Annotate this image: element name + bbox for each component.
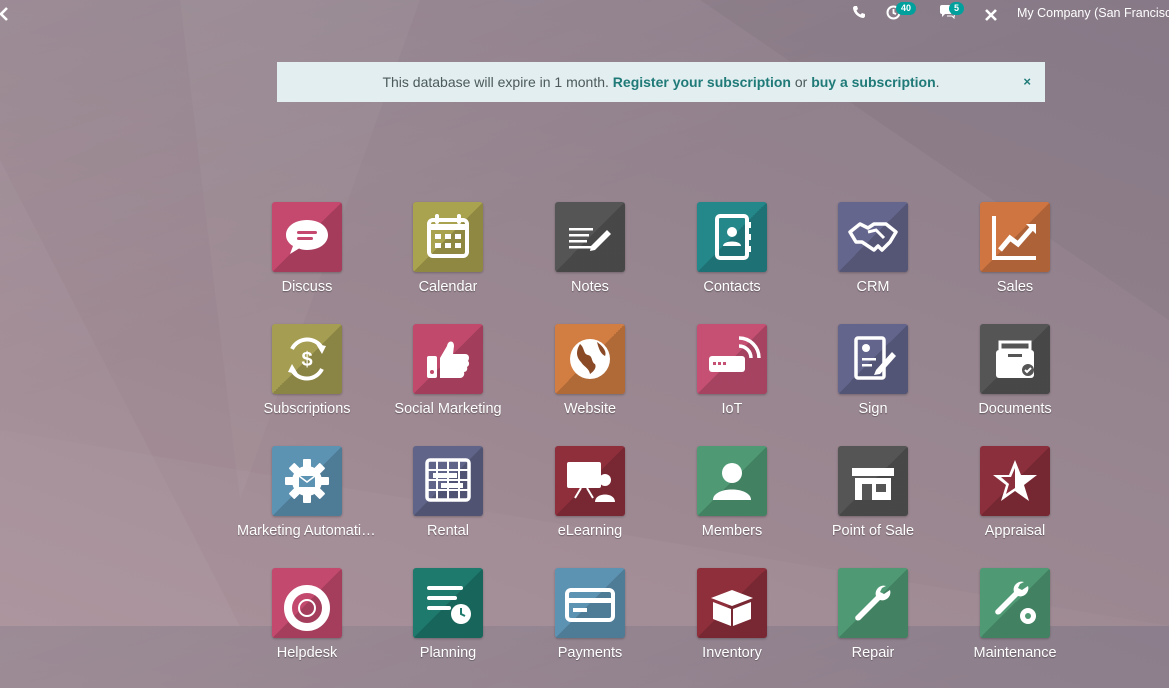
- back-arrow-icon[interactable]: [0, 4, 12, 24]
- company-switcher[interactable]: My Company (San Francisco): [1017, 6, 1169, 20]
- handshake-icon: [838, 202, 908, 272]
- user-icon: [697, 446, 767, 516]
- app-inventory[interactable]: Inventory: [661, 568, 803, 688]
- database-expiry-alert: This database will expire in 1 month. Re…: [277, 62, 1045, 102]
- presentation-icon: [555, 446, 625, 516]
- app-crm[interactable]: CRM: [802, 202, 944, 322]
- messages-count-badge: 5: [949, 2, 965, 15]
- app-website[interactable]: Website: [519, 324, 661, 444]
- app-label: Members: [701, 523, 763, 539]
- app-payments[interactable]: Payments: [519, 568, 661, 688]
- svg-text:$: $: [301, 349, 312, 371]
- register-subscription-link[interactable]: Register your subscription: [613, 74, 791, 90]
- phone-icon[interactable]: [852, 5, 866, 19]
- app-label: Payments: [557, 645, 623, 661]
- app-label: Subscriptions: [263, 401, 351, 417]
- app-notes[interactable]: Notes: [519, 202, 661, 322]
- app-label: Marketing Automation: [237, 523, 377, 539]
- app-label: CRM: [856, 279, 890, 295]
- rental-planner-icon: [413, 446, 483, 516]
- calendar-icon: [413, 202, 483, 272]
- app-label: Sales: [996, 279, 1034, 295]
- notes-pen-icon: [555, 202, 625, 272]
- app-label: Rental: [427, 523, 469, 539]
- app-iot[interactable]: IoT: [661, 324, 803, 444]
- buy-subscription-link[interactable]: buy a subscription: [811, 74, 935, 90]
- activity-count-badge: 40: [896, 2, 917, 15]
- star-icon: [980, 446, 1050, 516]
- lifebuoy-icon: [272, 568, 342, 638]
- recurring-dollar-icon: $: [272, 324, 342, 394]
- app-sales[interactable]: Sales: [944, 202, 1086, 322]
- app-label: Inventory: [702, 645, 762, 661]
- gear-envelope-icon: [272, 446, 342, 516]
- app-repair[interactable]: Repair: [802, 568, 944, 688]
- app-subscriptions[interactable]: $ Subscriptions: [236, 324, 378, 444]
- sign-document-icon: [838, 324, 908, 394]
- app-helpdesk[interactable]: Helpdesk: [236, 568, 378, 688]
- app-label: Website: [563, 401, 617, 417]
- iot-device-icon: [697, 324, 767, 394]
- app-maintenance[interactable]: Maintenance: [944, 568, 1086, 688]
- app-label: Contacts: [703, 279, 761, 295]
- debug-tools-icon[interactable]: [984, 8, 998, 22]
- document-box-icon: [980, 324, 1050, 394]
- app-label: Maintenance: [973, 645, 1057, 661]
- app-label: Appraisal: [984, 523, 1046, 539]
- shop-icon: [838, 446, 908, 516]
- app-label: eLearning: [557, 523, 623, 539]
- app-calendar[interactable]: Calendar: [377, 202, 519, 322]
- app-label: Notes: [571, 279, 609, 295]
- messages-button[interactable]: 5: [939, 2, 965, 22]
- alert-text-after: .: [935, 74, 940, 90]
- activity-button[interactable]: 40: [886, 2, 917, 23]
- app-label: Discuss: [281, 279, 333, 295]
- app-rental[interactable]: Rental: [377, 446, 519, 566]
- planning-clock-icon: [413, 568, 483, 638]
- app-label: IoT: [721, 401, 743, 417]
- app-label: Calendar: [418, 279, 478, 295]
- app-label: Repair: [851, 645, 895, 661]
- app-documents[interactable]: Documents: [944, 324, 1086, 444]
- app-elearning[interactable]: eLearning: [519, 446, 661, 566]
- wrench-icon: [838, 568, 908, 638]
- alert-text: This database will expire in 1 month. Re…: [382, 74, 939, 90]
- app-label: Social Marketing: [394, 401, 502, 417]
- alert-close-button[interactable]: ×: [1023, 74, 1031, 89]
- thumbs-up-icon: [413, 324, 483, 394]
- globe-icon: [555, 324, 625, 394]
- alert-text-middle: or: [790, 74, 812, 90]
- address-book-icon: [697, 202, 767, 272]
- app-planning[interactable]: Planning: [377, 568, 519, 688]
- app-label: Helpdesk: [276, 645, 338, 661]
- app-label: Sign: [858, 401, 888, 417]
- app-appraisal[interactable]: Appraisal: [944, 446, 1086, 566]
- app-social-marketing[interactable]: Social Marketing: [377, 324, 519, 444]
- app-sign[interactable]: Sign: [802, 324, 944, 444]
- app-discuss[interactable]: Discuss: [236, 202, 378, 322]
- alert-text-before: This database will expire in 1 month.: [382, 74, 613, 90]
- chat-bubble-icon: [272, 202, 342, 272]
- box-icon: [697, 568, 767, 638]
- trend-chart-icon: [980, 202, 1050, 272]
- app-label: Point of Sale: [831, 523, 915, 539]
- top-bar: 40 5 My Company (San Francisco): [0, 0, 1169, 28]
- app-members[interactable]: Members: [661, 446, 803, 566]
- app-label: Documents: [978, 401, 1052, 417]
- app-contacts[interactable]: Contacts: [661, 202, 803, 322]
- wrench-gear-icon: [980, 568, 1050, 638]
- credit-card-icon: [555, 568, 625, 638]
- app-point-of-sale[interactable]: Point of Sale: [802, 446, 944, 566]
- app-label: Planning: [419, 645, 477, 661]
- app-marketing-automation[interactable]: Marketing Automation: [236, 446, 378, 566]
